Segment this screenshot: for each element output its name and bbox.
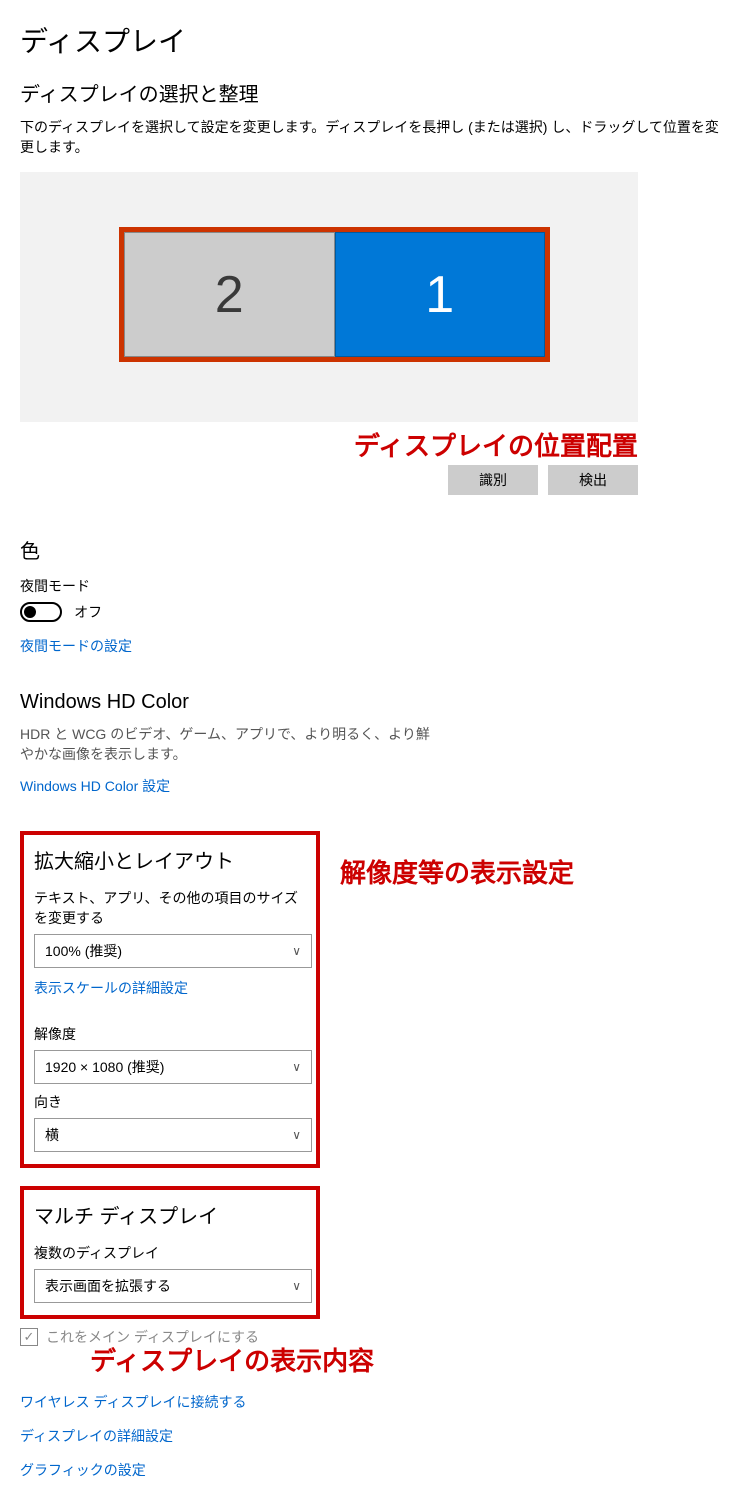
annotation-box-arrangement: 2 1 <box>119 227 550 362</box>
text-size-dropdown[interactable]: 100% (推奨) ∨ <box>34 934 312 968</box>
multiple-displays-value: 表示画面を拡張する <box>45 1276 171 1296</box>
page-title: ディスプレイ <box>20 20 725 60</box>
text-size-value: 100% (推奨) <box>45 941 122 961</box>
monitor-2-tile[interactable]: 2 <box>124 232 335 357</box>
detect-button[interactable]: 検出 <box>548 465 638 495</box>
graphics-settings-link[interactable]: グラフィックの設定 <box>20 1460 725 1480</box>
hd-color-description: HDR と WCG のビデオ、ゲーム、アプリで、より明るく、より鮮やかな画像を表… <box>20 724 440 764</box>
advanced-scale-link[interactable]: 表示スケールの詳細設定 <box>34 978 188 998</box>
arrangement-heading: ディスプレイの選択と整理 <box>20 78 725 107</box>
scale-heading: 拡大縮小とレイアウト <box>34 845 306 874</box>
annotation-arrangement-label: ディスプレイの位置配置 <box>20 426 638 463</box>
advanced-display-link[interactable]: ディスプレイの詳細設定 <box>20 1426 725 1446</box>
arrangement-description: 下のディスプレイを選択して設定を変更します。ディスプレイを長押し (または選択)… <box>20 117 725 157</box>
hd-color-settings-link[interactable]: Windows HD Color 設定 <box>20 776 170 796</box>
night-mode-toggle[interactable] <box>20 602 62 622</box>
text-size-label: テキスト、アプリ、その他の項目のサイズを変更する <box>34 888 306 928</box>
chevron-down-icon: ∨ <box>292 944 301 958</box>
chevron-down-icon: ∨ <box>292 1279 301 1293</box>
annotation-resolution-label: 解像度等の表示設定 <box>340 853 574 890</box>
multiple-displays-dropdown[interactable]: 表示画面を拡張する ∨ <box>34 1269 312 1303</box>
chevron-down-icon: ∨ <box>292 1060 301 1074</box>
night-mode-state: オフ <box>74 604 102 620</box>
annotation-box-scale: 拡大縮小とレイアウト テキスト、アプリ、その他の項目のサイズを変更する 100%… <box>20 831 320 1168</box>
resolution-label: 解像度 <box>34 1024 306 1044</box>
multi-display-heading: マルチ ディスプレイ <box>34 1200 306 1229</box>
annotation-multi-label: ディスプレイの表示内容 <box>90 1341 725 1378</box>
annotation-box-multi: マルチ ディスプレイ 複数のディスプレイ 表示画面を拡張する ∨ <box>20 1186 320 1319</box>
resolution-value: 1920 × 1080 (推奨) <box>45 1057 164 1077</box>
identify-button[interactable]: 識別 <box>448 465 538 495</box>
night-mode-settings-link[interactable]: 夜間モードの設定 <box>20 636 725 656</box>
color-heading: 色 <box>20 535 725 564</box>
wireless-display-link[interactable]: ワイヤレス ディスプレイに接続する <box>20 1392 725 1412</box>
display-arrangement-area[interactable]: 2 1 <box>20 172 638 422</box>
main-display-checkbox: ✓ <box>20 1328 38 1346</box>
orientation-value: 横 <box>45 1125 59 1145</box>
multiple-displays-label: 複数のディスプレイ <box>34 1243 306 1263</box>
orientation-label: 向き <box>34 1092 306 1112</box>
night-mode-label: 夜間モード <box>20 576 725 596</box>
orientation-dropdown[interactable]: 横 ∨ <box>34 1118 312 1152</box>
hd-color-heading: Windows HD Color <box>20 691 725 714</box>
monitor-1-tile[interactable]: 1 <box>335 232 546 357</box>
chevron-down-icon: ∨ <box>292 1128 301 1142</box>
resolution-dropdown[interactable]: 1920 × 1080 (推奨) ∨ <box>34 1050 312 1084</box>
